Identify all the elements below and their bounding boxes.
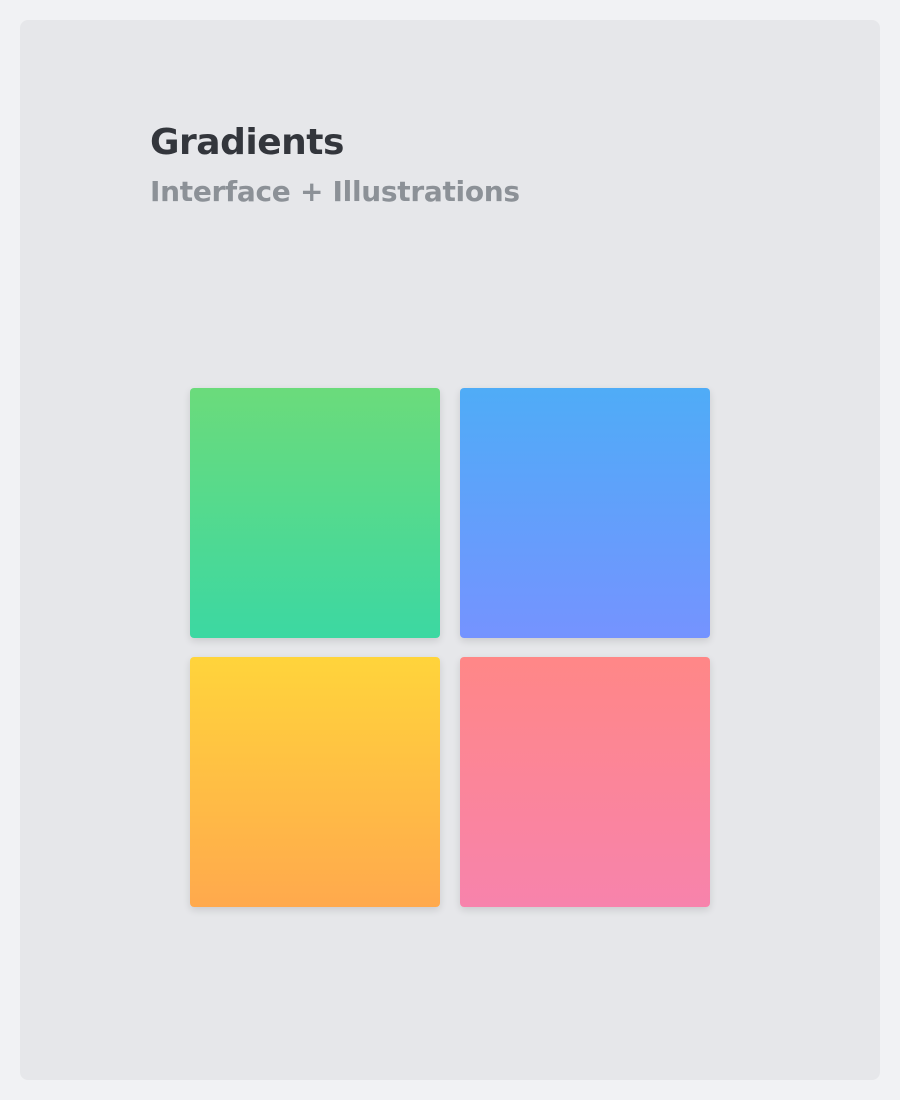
green-gradient-swatch[interactable] (190, 388, 440, 638)
page-subtitle: Interface + Illustrations (150, 175, 520, 208)
gradients-card: Gradients Interface + Illustrations (20, 20, 880, 1080)
pink-gradient-swatch[interactable] (460, 657, 710, 907)
blue-gradient-swatch[interactable] (460, 388, 710, 638)
yellow-gradient-swatch[interactable] (190, 657, 440, 907)
page-title: Gradients (150, 122, 344, 163)
